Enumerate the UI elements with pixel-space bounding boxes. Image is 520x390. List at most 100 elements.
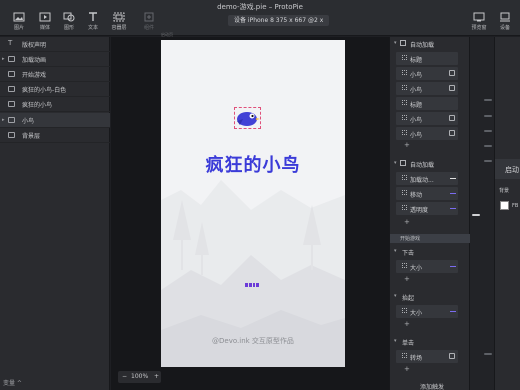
- image-icon: [13, 12, 25, 22]
- text-tool-button[interactable]: 文本: [80, 12, 106, 31]
- chevron-down-icon[interactable]: ▾: [394, 160, 397, 166]
- response-type-icon: [450, 266, 456, 267]
- game-title: 疯狂的小鸟: [205, 155, 301, 176]
- layer-item[interactable]: ▸ 小鸟: [0, 113, 110, 128]
- response-row[interactable]: 大小: [396, 305, 458, 318]
- properties-title: 启动: [505, 166, 519, 174]
- response-row[interactable]: 移动: [396, 187, 458, 200]
- loading-animation: [245, 283, 259, 287]
- shape-tool-button[interactable]: 图形: [56, 12, 82, 31]
- add-response-button[interactable]: +: [404, 218, 410, 226]
- trigger-auto-load[interactable]: ▾ 自动加载: [390, 157, 470, 170]
- preview-button[interactable]: 预览窗: [466, 12, 492, 31]
- layer-target-icon: [402, 115, 407, 120]
- add-trigger-button[interactable]: 添加触发: [420, 382, 444, 390]
- component-tool-button[interactable]: 组件: [136, 12, 162, 31]
- image-layer-icon: [8, 101, 15, 107]
- device-label: 设备: [499, 25, 510, 31]
- variables-label: 变量: [3, 380, 16, 387]
- layer-item[interactable]: 疯狂的小鸟: [0, 97, 110, 112]
- variables-toggle[interactable]: 变量 ^: [3, 378, 22, 387]
- background-color-swatch[interactable]: [500, 201, 509, 210]
- chevron-right-icon[interactable]: ▸: [2, 56, 5, 62]
- layer-item[interactable]: 背景层: [0, 128, 110, 143]
- auto-trigger-icon: [400, 160, 406, 166]
- chevron-down-icon[interactable]: ▾: [394, 338, 397, 344]
- chevron-down-icon[interactable]: ▾: [394, 293, 397, 299]
- response-type-icon: [449, 70, 455, 76]
- background-label: 背景: [499, 188, 510, 194]
- response-row[interactable]: 标题: [396, 52, 458, 65]
- preview-label: 预览窗: [471, 25, 487, 31]
- response-label: 标题: [410, 102, 423, 109]
- add-response-button[interactable]: +: [404, 320, 410, 328]
- timeline-bar[interactable]: [472, 214, 480, 216]
- trigger-touch-up[interactable]: ▾ 抬起: [390, 290, 470, 303]
- response-row[interactable]: 小鸟: [396, 112, 458, 125]
- response-label: 转场: [410, 355, 423, 362]
- zoom-in-button[interactable]: +: [154, 373, 159, 380]
- layer-label: 背景层: [22, 133, 41, 140]
- response-row[interactable]: 小鸟: [396, 127, 458, 140]
- response-row[interactable]: 标题: [396, 97, 458, 110]
- response-type-icon: [449, 85, 455, 91]
- layer-item[interactable]: 疯狂的小鸟-白色: [0, 82, 110, 97]
- response-row[interactable]: 大小: [396, 260, 458, 273]
- add-response-button[interactable]: +: [404, 141, 410, 149]
- zoom-control: − 100% +: [118, 371, 161, 383]
- trigger-title: 自动加载: [410, 162, 435, 169]
- scene-section-start-game[interactable]: 开始游戏: [390, 234, 470, 243]
- response-row[interactable]: 透明度: [396, 202, 458, 215]
- layer-item[interactable]: ▸ 加载动画: [0, 52, 110, 67]
- device-selector[interactable]: 设备 iPhone 8 375 x 667 @2 x: [228, 15, 330, 26]
- layer-label: 疯狂的小鸟-白色: [22, 87, 67, 94]
- add-response-button[interactable]: +: [404, 275, 410, 283]
- trigger-auto-load[interactable]: ▾ 自动加载: [390, 37, 470, 50]
- artboard-label[interactable]: 启动页: [161, 32, 173, 38]
- layer-label: 小鸟: [22, 118, 35, 125]
- image-tool-label: 图片: [13, 25, 24, 31]
- response-row[interactable]: 加载动...: [396, 172, 458, 185]
- trigger-tap-down[interactable]: ▾ 下击: [390, 245, 470, 258]
- timeline-bar[interactable]: [484, 160, 492, 162]
- image-tool-button[interactable]: 图片: [6, 12, 32, 31]
- timeline-bar[interactable]: [484, 130, 492, 132]
- chevron-down-icon[interactable]: ▾: [394, 248, 397, 254]
- chevron-down-icon[interactable]: ▾: [394, 40, 397, 46]
- image-layer-icon: [8, 56, 15, 62]
- media-tool-button[interactable]: 媒体: [32, 12, 58, 31]
- timeline-bar[interactable]: [484, 115, 492, 117]
- layer-item[interactable]: T 版权声明: [0, 37, 110, 52]
- shape-icon: [63, 12, 75, 22]
- chevron-right-icon[interactable]: ▸: [2, 117, 5, 123]
- response-label: 移动: [410, 192, 423, 199]
- image-layer-icon: [8, 86, 15, 92]
- component-icon: [144, 12, 154, 22]
- timeline-strip[interactable]: [470, 37, 494, 390]
- response-label: 小鸟: [410, 72, 423, 79]
- zoom-out-button[interactable]: −: [122, 373, 127, 380]
- trigger-title: 下击: [402, 250, 415, 257]
- background-color-hex[interactable]: FB: [512, 203, 518, 209]
- device-icon: [500, 12, 510, 22]
- add-response-button[interactable]: +: [404, 365, 410, 373]
- response-label: 大小: [410, 265, 423, 272]
- trigger-tap[interactable]: ▾ 单击: [390, 335, 470, 348]
- timeline-bar[interactable]: [484, 353, 492, 355]
- layer-target-icon: [402, 70, 407, 75]
- image-layer-icon: [8, 132, 15, 138]
- timeline-bar[interactable]: [484, 145, 492, 147]
- response-row[interactable]: 转场: [396, 350, 458, 363]
- layer-item[interactable]: 开始游戏: [0, 67, 110, 82]
- properties-header: 启动: [495, 159, 520, 179]
- window-title: demo-游戏.pie – ProtoPie: [217, 3, 303, 11]
- response-row[interactable]: 小鸟: [396, 67, 458, 80]
- container-tool-button[interactable]: 容器层: [106, 12, 132, 31]
- bird-selection[interactable]: [234, 107, 261, 129]
- timeline-bar[interactable]: [484, 99, 492, 101]
- device-button[interactable]: 设备: [492, 12, 518, 31]
- loader-segment: [252, 283, 256, 287]
- zoom-level[interactable]: 100%: [131, 373, 148, 380]
- artboard[interactable]: 疯狂的小鸟 @Devo.ink 交互原型作品: [161, 40, 345, 367]
- response-row[interactable]: 小鸟: [396, 82, 458, 95]
